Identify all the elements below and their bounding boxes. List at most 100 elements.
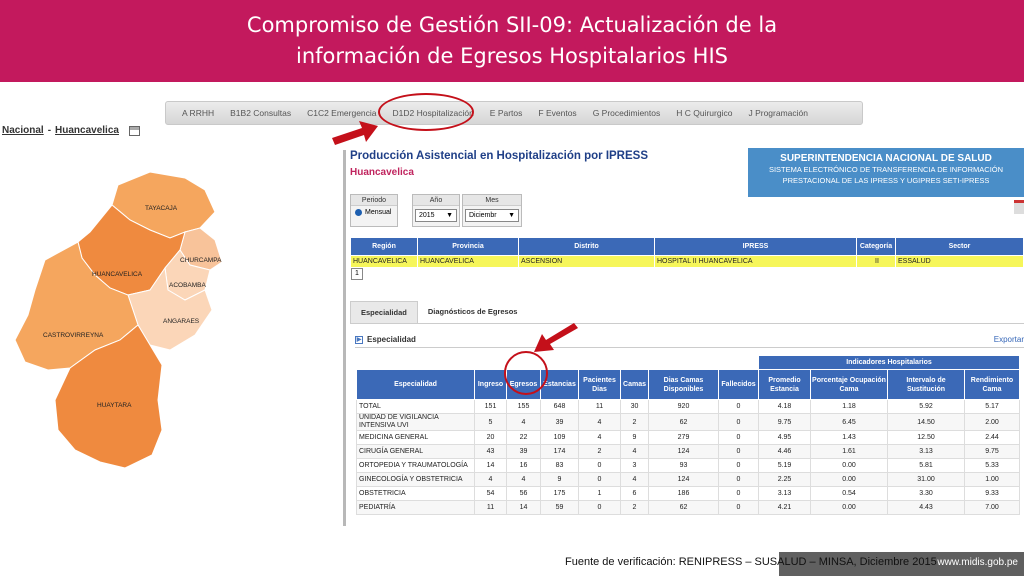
table-cell: 4	[506, 413, 541, 431]
tab-procedimientos[interactable]: G Procedimientos	[585, 108, 669, 118]
table-cell: 7.00	[964, 500, 1020, 515]
table-cell: 0	[578, 472, 621, 487]
table-cell: 1.00	[964, 472, 1020, 487]
table-cell: 9	[540, 472, 579, 487]
col-especialidad[interactable]: Especialidad	[356, 369, 475, 400]
table-cell: 93	[648, 458, 719, 473]
mes-filter: Mes Diciembr ▼	[462, 194, 522, 227]
tab-quirurgico[interactable]: H C Quirurgico	[668, 108, 740, 118]
table-cell: 4.21	[758, 500, 811, 515]
table-cell: 0.00	[810, 472, 888, 487]
periodo-value: Mensual	[365, 209, 392, 216]
tab-rrhh[interactable]: A RRHH	[174, 108, 222, 118]
table-cell: 56	[506, 486, 541, 501]
especialidad-table-body: TOTAL 151 155 648 11 30 920 0 4.18 1.18 5.92 5.17 UN…	[356, 399, 1020, 515]
table-cell: 9.75	[758, 413, 811, 431]
cell-distrito: ASCENSION	[518, 255, 655, 268]
table-row[interactable]: PEDIATRÍA 11 14 59 0 2 62 0 4.21 0.00 4.43 7.00	[356, 500, 1020, 515]
table-cell: 3	[620, 458, 649, 473]
table-cell: 279	[648, 430, 719, 445]
table-cell: 4	[506, 472, 541, 487]
table-cell: 31.00	[887, 472, 965, 487]
susalud-title: SUPERINTENDENCIA NACIONAL DE SALUD	[780, 153, 992, 164]
table-cell: 5.17	[964, 399, 1020, 414]
col-fallecidos[interactable]: Fallecidos	[718, 369, 759, 400]
breadcrumb-region[interactable]: Huancavelica	[55, 125, 119, 136]
col-camas[interactable]: Camas	[620, 369, 649, 400]
col-intervalo-sustitucion[interactable]: Intervalo de Sustitución	[887, 369, 965, 400]
col-distrito[interactable]: Distrito	[518, 237, 655, 256]
table-cell: 83	[540, 458, 579, 473]
tab-eventos[interactable]: F Eventos	[530, 108, 584, 118]
mes-label: Mes	[463, 195, 521, 206]
table-cell: 9.33	[964, 486, 1020, 501]
col-promedio-estancia[interactable]: Promedio Estancia	[758, 369, 811, 400]
export-link[interactable]: Exportar	[994, 335, 1024, 344]
table-cell: 0	[718, 399, 759, 414]
mes-select[interactable]: Diciembr ▼	[465, 209, 519, 222]
table-cell: 3.30	[887, 486, 965, 501]
table-cell: 0	[718, 486, 759, 501]
table-cell: 4.18	[758, 399, 811, 414]
col-region[interactable]: Región	[350, 237, 418, 256]
table-row[interactable]: ORTOPEDIA Y TRAUMATOLOGÍA 14 16 83 0 3 93 0 5.19…	[356, 458, 1020, 473]
col-porcentaje-ocupacion[interactable]: Porcentaje Ocupación Cama	[810, 369, 888, 400]
subtab-especialidad[interactable]: Especialidad	[350, 301, 418, 323]
map-label-churcampa: CHURCAMPA	[180, 257, 222, 264]
table-cell: 4.43	[887, 500, 965, 515]
table-cell: 16	[506, 458, 541, 473]
subtab-diagnosticos[interactable]: Diagnósticos de Egresos	[418, 301, 528, 323]
table-row[interactable]: MEDICINA GENERAL 20 22 109 4 9 279 0 4.95 1.43 12.…	[356, 430, 1020, 445]
section-title[interactable]: ▶ Especialidad	[355, 335, 416, 344]
susalud-line2: PRESTACIONAL DE LAS IPRESS Y UGIPRES SET…	[782, 176, 990, 185]
pager-page-1[interactable]: 1	[351, 268, 363, 280]
cell-ipress: HOSPITAL II HUANCAVELICA	[654, 255, 857, 268]
table-row[interactable]: HUANCAVELICA HUANCAVELICA ASCENSION HOSP…	[350, 255, 1024, 268]
calendar-icon[interactable]	[128, 125, 140, 136]
susalud-line1: SISTEMA ELECTRÓNICO DE TRANSFERENCIA DE …	[768, 165, 1004, 174]
table-row[interactable]: TOTAL 151 155 648 11 30 920 0 4.18 1.18 5.92 5.17	[356, 399, 1020, 414]
table-cell: 62	[648, 500, 719, 515]
map-label-huancavelica: HUANCAVELICA	[92, 271, 143, 278]
col-categoria[interactable]: Categoría	[856, 237, 896, 256]
tab-partos[interactable]: E Partos	[482, 108, 531, 118]
col-pacientes-dias[interactable]: Pacientes Dias	[578, 369, 621, 400]
susalud-banner: SUPERINTENDENCIA NACIONAL DE SALUD SISTE…	[748, 148, 1024, 197]
table-row[interactable]: OBSTETRICIA 54 56 175 1 6 186 0 3.13 0.54 3.30 9.33	[356, 486, 1020, 501]
cell-especialidad: GINECOLOGÍA Y OBSTETRICIA	[356, 472, 475, 487]
table-cell: 0	[718, 430, 759, 445]
tab-consultas[interactable]: B1B2 Consultas	[222, 108, 299, 118]
col-sector[interactable]: Sector	[895, 237, 1024, 256]
cell-especialidad: CIRUGÍA GENERAL	[356, 444, 475, 459]
periodo-radio[interactable]: Mensual	[351, 206, 397, 219]
cell-especialidad: ORTOPEDIA Y TRAUMATOLOGÍA	[356, 458, 475, 473]
col-provincia[interactable]: Provincia	[417, 237, 519, 256]
report-subtabs: Especialidad Diagnósticos de Egresos	[350, 300, 1024, 324]
source-footnote: Fuente de verificación: RENIPRESS – SUSA…	[565, 556, 937, 568]
pdf-icon[interactable]	[1014, 200, 1024, 214]
table-cell: 0	[718, 500, 759, 515]
cell-especialidad: UNIDAD DE VIGILANCIA INTENSIVA UVI	[356, 413, 475, 431]
breadcrumb-nacional[interactable]: Nacional	[2, 125, 44, 136]
table-cell: 1.18	[810, 399, 888, 414]
tab-programacion[interactable]: J Programación	[740, 108, 816, 118]
table-cell: 151	[474, 399, 507, 414]
col-ingreso[interactable]: Ingreso	[474, 369, 507, 400]
anio-select[interactable]: 2015 ▼	[415, 209, 457, 222]
table-cell: 1.43	[810, 430, 888, 445]
col-dias-camas[interactable]: Dias Camas Disponibles	[648, 369, 719, 400]
table-cell: 22	[506, 430, 541, 445]
table-cell: 30	[620, 399, 649, 414]
panel-splitter[interactable]	[343, 150, 346, 526]
table-row[interactable]: GINECOLOGÍA Y OBSTETRICIA 4 4 9 0 4 124 0 2.25 0.…	[356, 472, 1020, 487]
especialidad-table: Indicadores Hospitalarios Especialidad I…	[356, 355, 1020, 515]
table-row[interactable]: UNIDAD DE VIGILANCIA INTENSIVA UVI 5 4 39 4 2…	[356, 413, 1020, 431]
table-cell: 1.61	[810, 444, 888, 459]
col-rendimiento-cama[interactable]: Rendimiento Cama	[964, 369, 1020, 400]
table-cell: 62	[648, 413, 719, 431]
table-cell: 6.45	[810, 413, 888, 431]
table-cell: 3.13	[887, 444, 965, 459]
module-tabs: A RRHH B1B2 Consultas C1C2 Emergencia D1…	[165, 101, 863, 125]
col-ipress[interactable]: IPRESS	[654, 237, 857, 256]
table-row[interactable]: CIRUGÍA GENERAL 43 39 174 2 4 124 0 4.46 1.61 3.13…	[356, 444, 1020, 459]
